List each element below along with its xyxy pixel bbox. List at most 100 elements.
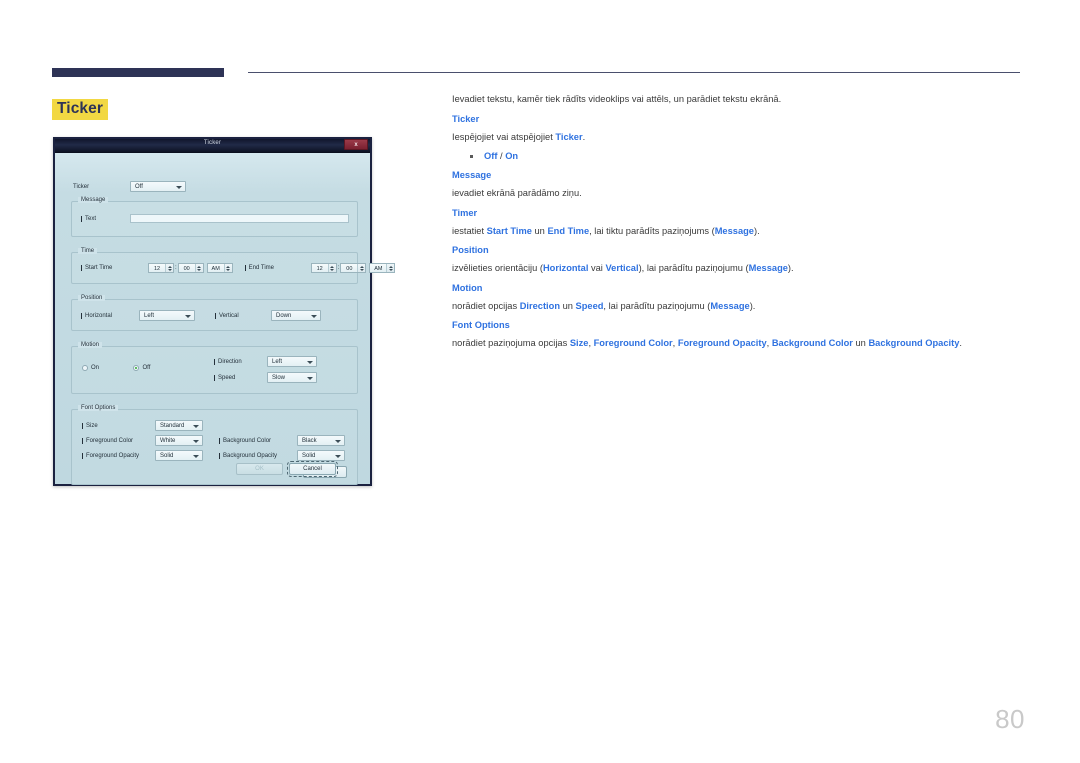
font-size-select[interactable]: Standard [155,420,203,431]
doc-position-t3: ), lai parādītu paziņojumu ( [638,263,749,273]
vertical-select[interactable]: Down [271,310,321,321]
foreground-opacity-select[interactable]: Solid [155,450,203,461]
end-minute-stepper[interactable]: 00 [340,263,367,273]
chevron-down-icon [193,425,199,428]
doc-motion-t4: ). [749,300,756,311]
doc-motion-k1: Direction [519,300,560,311]
end-hour-arrows[interactable] [327,264,336,272]
doc-motion-k3: Message [710,300,750,311]
ticker-select-value: Off [135,184,143,190]
horizontal-select-value: Left [144,313,155,319]
start-hour-arrows[interactable] [165,264,173,272]
doc-ticker-post: . [582,131,586,142]
doc-motion-k2: Speed [575,300,604,311]
end-hour-stepper[interactable]: 12 [310,263,337,273]
chevron-down-icon [185,315,191,318]
chevron-down-icon [193,455,199,458]
doc-motion-t2: un [560,300,576,311]
doc-timer-k1: Start Time [486,225,532,236]
position-group: Position Horizontal Left Vertical Down [71,295,358,331]
speed-label: Speed [214,375,267,381]
chevron-down-icon [311,315,317,318]
chevron-down-icon [335,440,341,443]
motion-off-label: Off [142,365,151,371]
doc-heading-message: Message [452,170,492,180]
chevron-down-icon [193,440,199,443]
ticker-dialog: Ticker x Ticker Off Message Text Time St… [53,137,396,486]
doc-font-k1: Size [569,338,589,348]
start-minute-value: 00 [183,266,190,272]
direction-select[interactable]: Left [267,356,317,367]
page-number: 80 [995,704,1025,734]
doc-body-message: ievadiet ekrānā parādāmo ziņu. [452,188,582,198]
time-group: Time Start Time 12 : 00 AM End Time 12:… [71,248,396,284]
doc-timer-t4: ). [753,225,760,236]
doc-heading-timer: Timer [452,207,478,218]
foreground-opacity-label: Foreground Opacity [82,453,155,459]
end-meridiem-arrows[interactable] [386,264,395,272]
doc-position-t4: ). [787,263,794,273]
doc-position-k3: Message [748,263,788,273]
doc-position-t2: vai [588,263,606,273]
ok-button[interactable]: OK [236,463,283,475]
doc-position-k1: Horizontal [542,263,589,273]
doc-option-on: On [505,151,519,161]
doc-body-position: izvēlieties orientāciju (Horizontal vai … [452,262,1022,275]
doc-motion-t1: norādiet opcijas [452,300,520,311]
doc-ticker-pre: Iespējojiet vai atspējojiet [452,131,556,142]
font-size-select-value: Standard [160,423,185,429]
motion-on-label: On [91,365,100,371]
motion-radio-off[interactable]: Off [133,365,150,371]
doc-motion-t3: , lai parādītu paziņojumu ( [603,300,711,311]
end-minute-arrows[interactable] [357,264,366,272]
doc-font-t1: norādiet paziņojuma opcijas [452,338,570,348]
doc-ticker-options: Off / On [452,150,1022,163]
doc-intro: Ievadiet tekstu, kamēr tiek rādīts video… [452,94,782,104]
background-opacity-select[interactable]: Solid [297,450,345,461]
background-color-select-value: Black [302,438,317,444]
end-meridiem-stepper[interactable]: AM [369,263,396,273]
cancel-button[interactable]: Cancel [287,461,338,477]
documentation-column: Ievadiet tekstu, kamēr tiek rādīts video… [452,93,1022,357]
page-title: Ticker [52,99,108,121]
ticker-select[interactable]: Off [130,181,186,192]
dialog-title: Ticker [203,140,222,146]
position-group-label: Position [78,295,106,301]
foreground-color-select-value: White [160,438,176,444]
background-color-select[interactable]: Black [297,435,345,446]
doc-position-k2: Vertical [605,263,639,273]
message-text-input[interactable] [130,214,349,223]
doc-position-t1: izvēlieties orientāciju ( [452,263,543,273]
horizontal-select[interactable]: Left [139,310,195,321]
foreground-color-label: Foreground Color [82,438,155,444]
doc-body-ticker: Iespējojiet vai atspējojiet Ticker. [452,131,1022,144]
end-time-label: End Time [245,265,311,271]
direction-select-value: Left [272,359,283,365]
close-icon[interactable]: x [344,139,368,150]
start-hour-stepper[interactable]: 12 [148,263,174,273]
speed-select[interactable]: Slow [267,372,317,383]
end-meridiem-value: AM [374,266,383,272]
foreground-color-select[interactable]: White [155,435,203,446]
doc-font-k3: Foreground Opacity [677,338,767,348]
doc-ticker-kw: Ticker [555,131,583,142]
dialog-title-bar: Ticker x [55,139,370,153]
chevron-down-icon [335,455,341,458]
start-minute-stepper[interactable]: 00 [177,263,204,273]
doc-heading-ticker: Ticker [452,113,480,124]
background-color-label: Background Color [219,438,297,444]
radio-icon [82,365,88,371]
chevron-down-icon [307,361,313,364]
message-text-label: Text [81,216,130,222]
start-meridiem-stepper[interactable]: AM [206,263,233,273]
chevron-down-icon [176,186,182,189]
doc-body-timer: iestatiet Start Time un End Time, lai ti… [452,225,1022,238]
start-meridiem-arrows[interactable] [223,264,232,272]
doc-heading-position: Position [452,245,489,255]
start-minute-arrows[interactable] [194,264,203,272]
start-time-label: Start Time [81,265,148,271]
doc-option-off: Off [484,151,498,161]
end-minute-value: 00 [346,266,353,272]
motion-radio-on[interactable]: On [82,365,99,371]
motion-group: Motion On Off Direction Left Speed Slow [71,342,358,394]
